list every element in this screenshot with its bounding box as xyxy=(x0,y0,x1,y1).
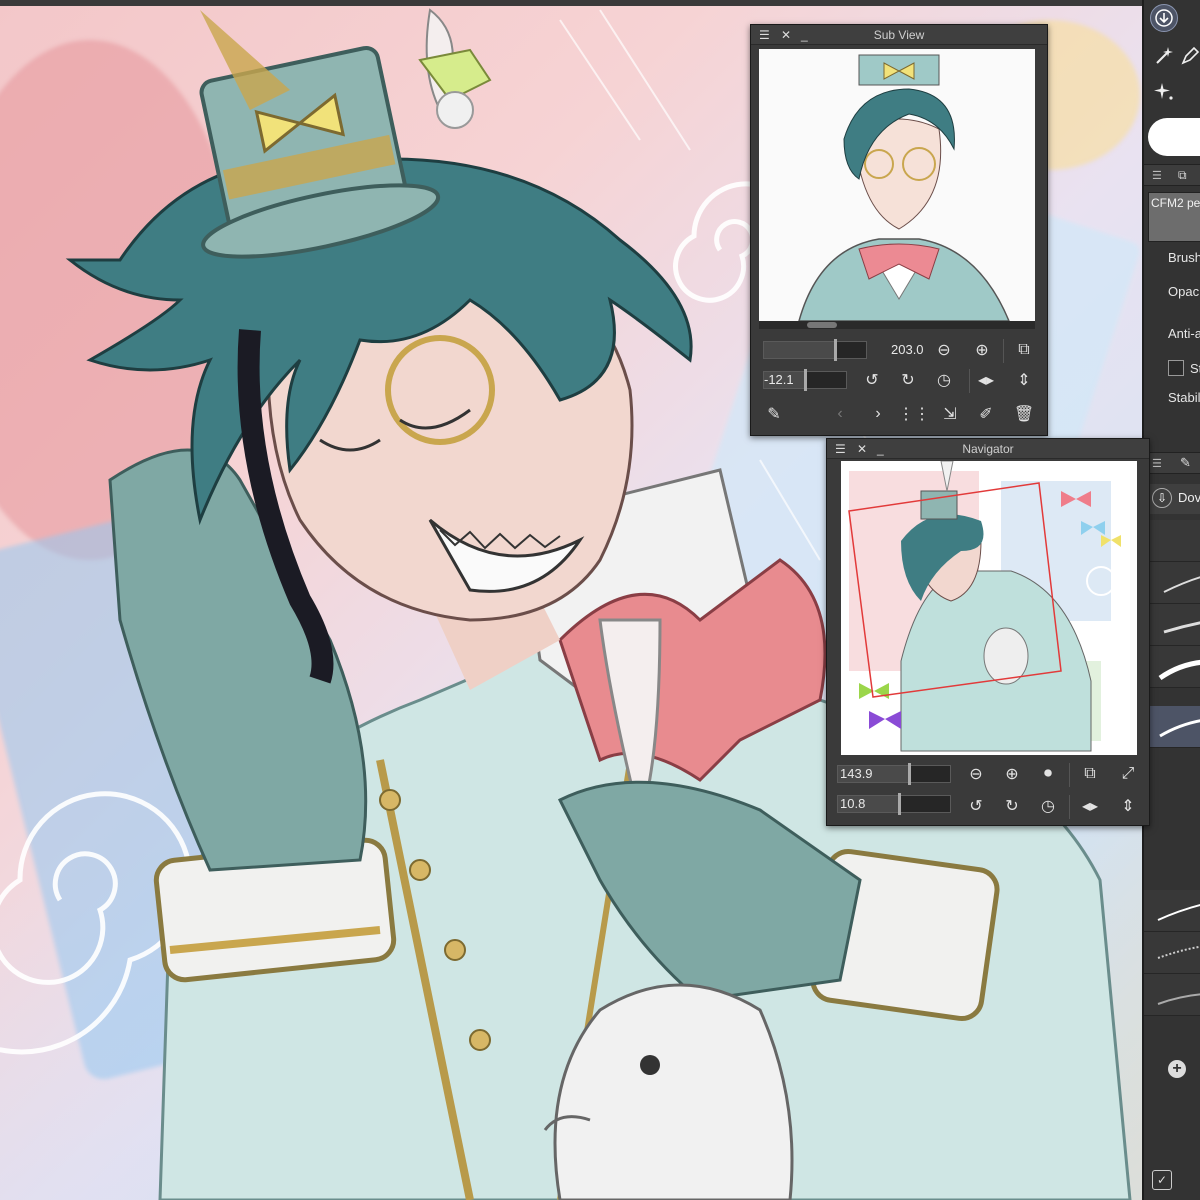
navigator-palette: ☰ ✕ _ Navigator 143.9 ⊖ ⊕ ⏺ ⧉ ⤢ 10.8 ↺ ↻… xyxy=(826,438,1150,826)
plus-circle-icon[interactable]: + xyxy=(1168,1060,1186,1078)
subview-title: Sub View xyxy=(873,28,925,42)
subview-zoom-slider[interactable] xyxy=(763,339,867,361)
trash-icon[interactable]: 🗑 xyxy=(1013,403,1035,425)
next-icon[interactable]: › xyxy=(867,403,889,425)
brush-item-selected[interactable] xyxy=(1144,706,1200,748)
opacity-label: Opac xyxy=(1168,284,1200,299)
zoom-in-icon[interactable]: ⊕ xyxy=(1001,763,1023,785)
rotate-left-icon[interactable]: ↺ xyxy=(861,369,883,391)
download-icon[interactable] xyxy=(1150,4,1178,32)
brush-list-header: ☰ ✎ xyxy=(1144,452,1200,474)
brush-name-display[interactable]: CFM2 pe xyxy=(1148,192,1200,242)
reset-rotation-icon[interactable]: ◷ xyxy=(933,369,955,391)
import-icon[interactable]: ⇲ xyxy=(939,403,961,425)
flip-horizontal-icon[interactable]: ◂▸ xyxy=(975,369,997,391)
stroke-label: St xyxy=(1190,361,1200,376)
flip-horizontal-icon[interactable]: ◂▸ xyxy=(1079,795,1101,817)
brush-item[interactable] xyxy=(1144,520,1200,562)
navigator-rotate-slider[interactable]: 10.8 xyxy=(837,793,951,815)
grid-icon[interactable]: ⋮⋮ xyxy=(898,403,930,425)
navigator-preview[interactable] xyxy=(841,461,1137,755)
reset-rotation-icon[interactable]: ◷ xyxy=(1037,795,1059,817)
rotate-right-icon[interactable]: ↻ xyxy=(1001,795,1023,817)
close-icon[interactable]: ✕ xyxy=(857,439,867,459)
subview-scrollbar[interactable] xyxy=(759,321,1035,329)
fit-icon[interactable]: ⧉ xyxy=(1013,339,1035,361)
menu-icon[interactable]: ☰ xyxy=(1152,457,1162,470)
checklist-icon[interactable]: ✓ xyxy=(1152,1170,1172,1190)
navigator-titlebar[interactable]: ☰ ✕ _ Navigator xyxy=(827,439,1149,459)
menu-icon[interactable]: ☰ xyxy=(1152,169,1162,182)
brush-name: CFM2 pe xyxy=(1151,196,1200,210)
stabilization-label: Stabil xyxy=(1168,390,1200,405)
rotate-left-icon[interactable]: ↺ xyxy=(965,795,987,817)
subview-rotate-value: -12.1 xyxy=(764,372,794,387)
navigator-title: Navigator xyxy=(962,442,1014,456)
brush-item[interactable] xyxy=(1144,646,1200,688)
menu-icon[interactable]: ☰ xyxy=(835,439,846,459)
flip-vertical-icon[interactable]: ⇕ xyxy=(1013,369,1035,391)
checkbox-icon[interactable] xyxy=(1168,360,1184,376)
divider xyxy=(1003,339,1004,363)
minimize-icon[interactable]: _ xyxy=(877,439,884,459)
fit-icon[interactable]: ⧉ xyxy=(1079,763,1101,785)
property-settings-icon[interactable]: ⧉ xyxy=(1178,168,1187,183)
brush-category-tab[interactable]: ⇩ Dov xyxy=(1148,484,1200,514)
prev-icon[interactable]: ‹ xyxy=(829,403,851,425)
brush-item[interactable] xyxy=(1144,562,1200,604)
stop-icon[interactable]: ⏺ xyxy=(1037,763,1059,785)
subview-palette: ☰ ✕ _ Sub View 203.0 ⊖ ⊕ ⧉ -12.1 ↺ ↻ ◷ ◂… xyxy=(750,24,1048,436)
download-icon: ⇩ xyxy=(1152,488,1172,508)
divider xyxy=(1069,763,1070,787)
subview-reference-image[interactable] xyxy=(759,49,1035,321)
subview-titlebar[interactable]: ☰ ✕ _ Sub View xyxy=(751,25,1047,45)
anti-aliasing-label: Anti-a xyxy=(1168,326,1200,341)
rotate-right-icon[interactable]: ↻ xyxy=(897,369,919,391)
menu-icon[interactable]: ☰ xyxy=(759,25,770,45)
sparkle-icon[interactable] xyxy=(1150,78,1178,106)
brush-list-header-label: Dov xyxy=(1178,490,1200,505)
subview-rotate-slider[interactable]: -12.1 xyxy=(763,369,847,391)
brush-item[interactable] xyxy=(1144,932,1200,974)
zoom-out-icon[interactable]: ⊖ xyxy=(965,763,987,785)
brush-size-label: Brush xyxy=(1168,250,1200,265)
edit-icon[interactable]: ✐ xyxy=(975,403,997,425)
divider xyxy=(969,369,970,393)
zoom-out-icon[interactable]: ⊖ xyxy=(933,339,955,361)
right-tool-strip: ☰ ⧉ CFM2 pe Brush Opac Anti-a St Stabil … xyxy=(1142,0,1200,1200)
fill-icon[interactable]: ⤢ xyxy=(1117,763,1139,785)
tool-property-header: ☰ ⧉ xyxy=(1144,164,1200,186)
pen-icon[interactable] xyxy=(1176,42,1200,70)
navigator-zoom-value: 143.9 xyxy=(840,766,873,781)
brush-item[interactable] xyxy=(1144,974,1200,1016)
minimize-icon[interactable]: _ xyxy=(801,25,808,45)
pen-tab-icon[interactable]: ✎ xyxy=(1180,455,1191,471)
subview-zoom-value: 203.0 xyxy=(891,342,924,357)
close-icon[interactable]: ✕ xyxy=(781,25,791,45)
navigator-zoom-slider[interactable]: 143.9 xyxy=(837,763,951,785)
zoom-in-icon[interactable]: ⊕ xyxy=(971,339,993,361)
brush-item[interactable] xyxy=(1144,890,1200,932)
navigator-rotate-value: 10.8 xyxy=(840,796,866,811)
flip-vertical-icon[interactable]: ⇕ xyxy=(1117,795,1139,817)
brush-item[interactable] xyxy=(1144,604,1200,646)
eyedropper-icon[interactable]: ✎ xyxy=(763,403,785,425)
magic-wand-icon[interactable] xyxy=(1150,42,1178,70)
brush-name-field-top[interactable] xyxy=(1148,118,1200,156)
divider xyxy=(1069,795,1070,819)
